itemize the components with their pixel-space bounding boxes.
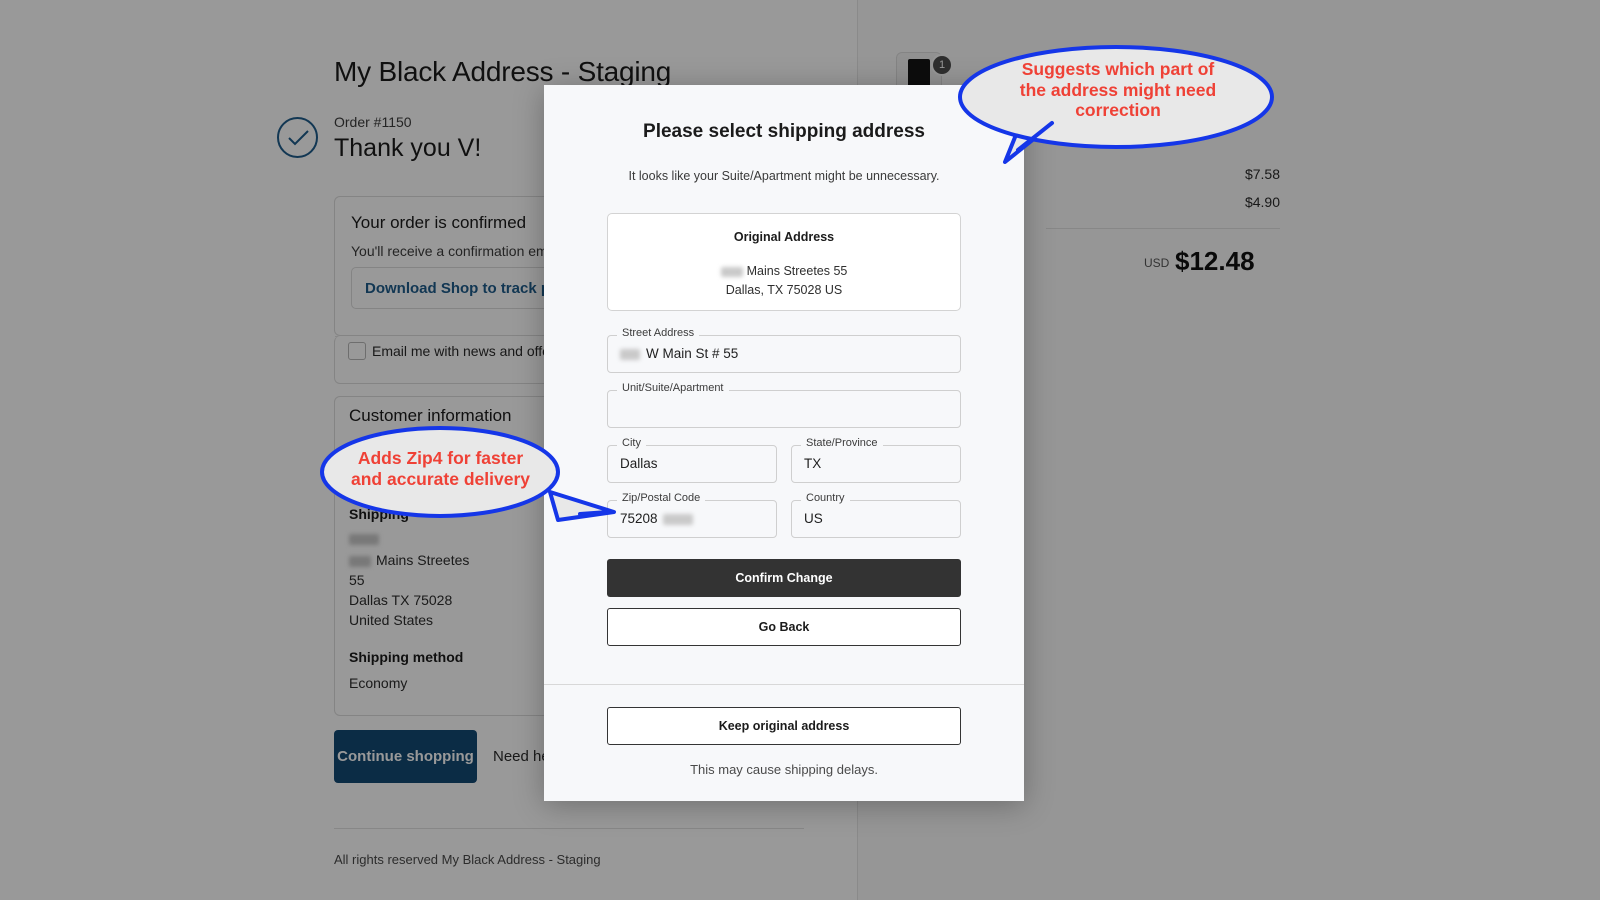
original-address-line1: Mains Streetes 55: [608, 264, 960, 278]
suggest-bubble-line-2: the address might need: [1019, 79, 1217, 100]
street-address-label: Street Address: [617, 328, 700, 339]
original-address-line2: Dallas, TX 75028 US: [725, 283, 843, 297]
street-address-field[interactable]: Street Address W Main St # 55: [607, 328, 961, 373]
original-address-street: Mains Streetes 55: [746, 264, 848, 278]
country-label: Country: [801, 493, 850, 504]
state-province-value: TX: [804, 456, 822, 471]
city-value: Dallas: [620, 456, 658, 471]
city-field[interactable]: City Dallas: [607, 438, 777, 483]
modal-subtitle: It looks like your Suite/Apartment might…: [628, 169, 940, 183]
zip-postal-code-label: Zip/Postal Code: [617, 493, 706, 504]
go-back-button[interactable]: Go Back: [607, 608, 961, 646]
original-address-heading: Original Address: [733, 230, 835, 244]
street-address-value: W Main St # 55: [620, 346, 738, 361]
zip4-bubble-line-2: and accurate delivery: [351, 468, 530, 489]
unit-suite-apartment-label: Unit/Suite/Apartment: [617, 383, 729, 394]
zip-postal-code-value: 75208: [620, 511, 693, 526]
country-value: US: [804, 511, 823, 526]
zip-country-row: Zip/Postal Code 75208 Country US: [607, 493, 961, 555]
suggest-bubble-text: Suggests which part of the address might…: [1000, 59, 1236, 121]
modal-body: Please select shipping address It looks …: [544, 85, 1024, 801]
zip4-bubble-line-1: Adds Zip4 for faster: [357, 448, 524, 468]
shipping-address-modal: Please select shipping address It looks …: [544, 85, 1024, 801]
modal-title: Please select shipping address: [643, 121, 925, 142]
suggest-bubble-line-1: Suggests which part of: [1021, 59, 1215, 79]
screen: My Black Address - Staging Order #1150 T…: [0, 0, 1600, 900]
zip-postal-code-field[interactable]: Zip/Postal Code 75208: [607, 493, 777, 538]
state-province-field[interactable]: State/Province TX: [791, 438, 961, 483]
modal-footer: Keep original address This may cause shi…: [544, 685, 1024, 777]
city-label: City: [617, 438, 646, 449]
suggest-bubble-line-3: correction: [1075, 100, 1161, 121]
address-form: Street Address W Main St # 55 Unit/Suite…: [607, 328, 961, 555]
zip4-bubble-text: Adds Zip4 for faster and accurate delive…: [338, 448, 543, 489]
confirm-change-button[interactable]: Confirm Change: [607, 559, 961, 597]
keep-original-address-button[interactable]: Keep original address: [607, 707, 961, 745]
unit-suite-apartment-field[interactable]: Unit/Suite/Apartment: [607, 383, 961, 428]
state-province-label: State/Province: [801, 438, 883, 449]
country-field[interactable]: Country US: [791, 493, 961, 538]
original-address-box: Original Address Mains Streetes 55 Dalla…: [607, 213, 961, 311]
shipping-delay-note: This may cause shipping delays.: [690, 762, 878, 777]
